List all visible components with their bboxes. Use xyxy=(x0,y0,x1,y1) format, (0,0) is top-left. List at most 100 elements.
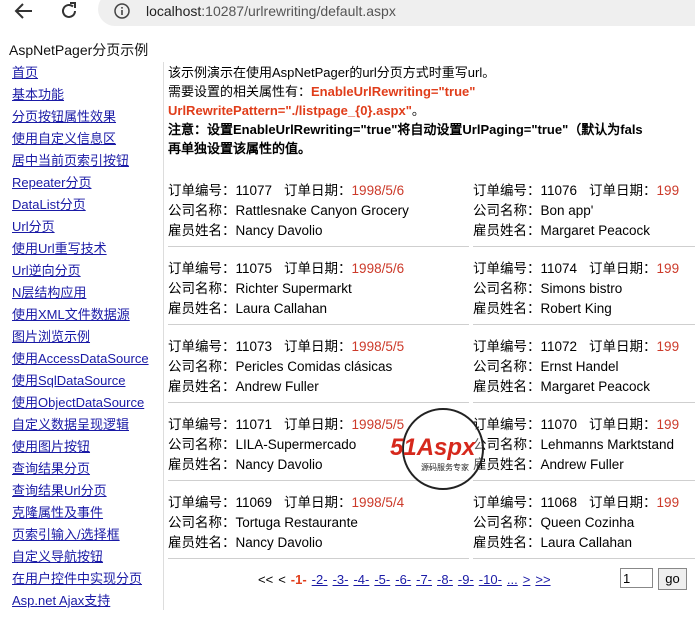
sidebar-item[interactable]: 自定义导航按钮 xyxy=(12,546,162,568)
order-no-label: 订单编号： xyxy=(473,339,541,354)
address-bar[interactable]: localhost:10287/urlrewriting/default.asp… xyxy=(98,0,695,26)
employee-name: Margaret Peacock xyxy=(540,379,651,394)
order-card: 订单编号：11072 订单日期：199 公司名称：Ernst Handel 雇员姓名：… xyxy=(473,337,695,397)
order-line-2: 公司名称：Richter Supermarkt xyxy=(168,279,468,299)
order-no: 11073 xyxy=(235,339,273,354)
company-name: LILA-Supermercado xyxy=(235,437,357,452)
pager-current: -1- xyxy=(290,572,307,587)
sidebar-item[interactable]: 图片浏览示例 xyxy=(12,326,162,348)
sidebar-item[interactable]: 使用XML文件数据源 xyxy=(12,304,162,326)
order-date-label: 订单日期： xyxy=(589,495,657,510)
order-date-label: 订单日期： xyxy=(284,261,352,276)
pager-next[interactable]: > xyxy=(523,572,531,587)
sidebar-item[interactable]: Repeater分页 xyxy=(12,172,162,194)
company-label: 公司名称： xyxy=(473,281,541,296)
order-no: 11071 xyxy=(235,417,273,432)
order-no: 11072 xyxy=(540,339,578,354)
employee-label: 雇员姓名： xyxy=(168,223,236,238)
page-index-input[interactable] xyxy=(620,568,653,588)
order-date-label: 订单日期： xyxy=(589,261,657,276)
sidebar-item[interactable]: 查询结果分页 xyxy=(12,458,162,480)
property-url-rewrite-pattern: UrlRewritePattern="./listpage_{0}.aspx" xyxy=(168,103,412,118)
order-line-3: 雇员姓名：Robert King xyxy=(473,299,695,319)
sidebar-item[interactable]: 页索引输入/选择框 xyxy=(12,524,162,546)
sidebar-item[interactable]: Url分页 xyxy=(12,216,162,238)
sidebar-item[interactable]: Asp.net Ajax支持 xyxy=(12,590,162,612)
watermark-brand: 51Aspx xyxy=(390,434,477,461)
pager-page-link[interactable]: -9- xyxy=(458,572,474,587)
order-no: 11070 xyxy=(540,417,578,432)
order-date: 199 xyxy=(656,417,680,432)
row-separator xyxy=(168,558,469,559)
sidebar-item[interactable]: 在用户控件中实现分页 xyxy=(12,568,162,590)
sidebar-item[interactable]: 居中当前页索引按钮 xyxy=(12,150,162,172)
order-line-1: 订单编号：11076 订单日期：199 xyxy=(473,181,695,201)
order-date-label: 订单日期： xyxy=(589,183,657,198)
order-line-3: 雇员姓名：Margaret Peacock xyxy=(473,377,695,397)
pager-prev[interactable]: < xyxy=(278,572,286,587)
sidebar-item[interactable]: 基本功能 xyxy=(12,84,162,106)
pager-page-link[interactable]: -8- xyxy=(437,572,453,587)
order-no: 11075 xyxy=(235,261,273,276)
sidebar-item[interactable]: DataList分页 xyxy=(12,194,162,216)
reload-icon[interactable] xyxy=(57,0,81,22)
order-date-label: 订单日期： xyxy=(589,417,657,432)
order-date: 199 xyxy=(656,183,680,198)
order-no-label: 订单编号： xyxy=(473,183,541,198)
company-label: 公司名称： xyxy=(473,359,541,374)
pager-page-link[interactable]: -10- xyxy=(479,572,502,587)
sidebar-item[interactable]: Url逆向分页 xyxy=(12,260,162,282)
order-line-2: 公司名称：Pericles Comidas clásicas xyxy=(168,357,468,377)
sidebar-item[interactable]: 首页 xyxy=(12,62,162,84)
sidebar-item[interactable]: 查询结果Url分页 xyxy=(12,480,162,502)
sidebar-item[interactable]: 使用自定义信息区 xyxy=(12,128,162,150)
employee-label: 雇员姓名： xyxy=(168,535,236,550)
sidebar-item[interactable]: 克隆属性及事件 xyxy=(12,502,162,524)
employee-name: Andrew Fuller xyxy=(540,457,624,472)
pager-first[interactable]: << xyxy=(258,572,273,587)
sidebar-item[interactable]: 使用AccessDataSource xyxy=(12,348,162,370)
sidebar-item[interactable]: 分页按钮属性效果 xyxy=(12,106,162,128)
company-label: 公司名称： xyxy=(168,359,236,374)
row-separator xyxy=(473,402,695,403)
sidebar-item[interactable]: 使用ObjectDataSource xyxy=(12,392,162,414)
pager-page-link[interactable]: -3- xyxy=(333,572,349,587)
employee-name: Nancy Davolio xyxy=(235,457,323,472)
sidebar-item[interactable]: 使用SqlDataSource xyxy=(12,370,162,392)
order-line-2: 公司名称：Queen Cozinha xyxy=(473,513,695,533)
row-separator xyxy=(473,558,695,559)
company-name: Bon app' xyxy=(540,203,594,218)
order-line-3: 雇员姓名：Laura Callahan xyxy=(168,299,468,319)
company-label: 公司名称： xyxy=(473,203,541,218)
company-name: Ernst Handel xyxy=(540,359,619,374)
company-name: Tortuga Restaurante xyxy=(235,515,358,530)
employee-name: Nancy Davolio xyxy=(235,223,323,238)
order-date: 199 xyxy=(656,495,680,510)
company-label: 公司名称： xyxy=(168,203,236,218)
employee-name: Laura Callahan xyxy=(235,301,328,316)
divider xyxy=(163,62,164,610)
sidebar-item[interactable]: 自定义数据呈现逻辑 xyxy=(12,414,162,436)
intro-prefix: 需要设置的相关属性有： xyxy=(168,84,312,99)
order-date: 1998/5/4 xyxy=(351,495,405,510)
company-name: Simons bistro xyxy=(540,281,623,296)
pager-page-link[interactable]: -2- xyxy=(312,572,328,587)
pager-last[interactable]: >> xyxy=(535,572,550,587)
pager-page-link[interactable]: -4- xyxy=(353,572,369,587)
go-button[interactable]: go xyxy=(658,568,687,590)
pager-page-link[interactable]: -5- xyxy=(374,572,390,587)
back-arrow-icon[interactable] xyxy=(12,0,36,22)
order-no: 11077 xyxy=(235,183,273,198)
sidebar-item[interactable]: 使用Url重写技术 xyxy=(12,238,162,260)
company-label: 公司名称： xyxy=(473,515,541,530)
pager-page-link[interactable]: -6- xyxy=(395,572,411,587)
info-icon[interactable] xyxy=(114,3,130,24)
pager-page-link[interactable]: -7- xyxy=(416,572,432,587)
employee-label: 雇员姓名： xyxy=(168,379,236,394)
intro-text: 该示例演示在使用AspNetPager的url分页方式时重写url。 需要设置的… xyxy=(168,63,695,158)
company-name: Rattlesnake Canyon Grocery xyxy=(235,203,409,218)
sidebar-item[interactable]: 使用图片按钮 xyxy=(12,436,162,458)
order-line-1: 订单编号：11073 订单日期：1998/5/5 xyxy=(168,337,468,357)
pager-more[interactable]: ... xyxy=(507,572,518,587)
sidebar-item[interactable]: N层结构应用 xyxy=(12,282,162,304)
